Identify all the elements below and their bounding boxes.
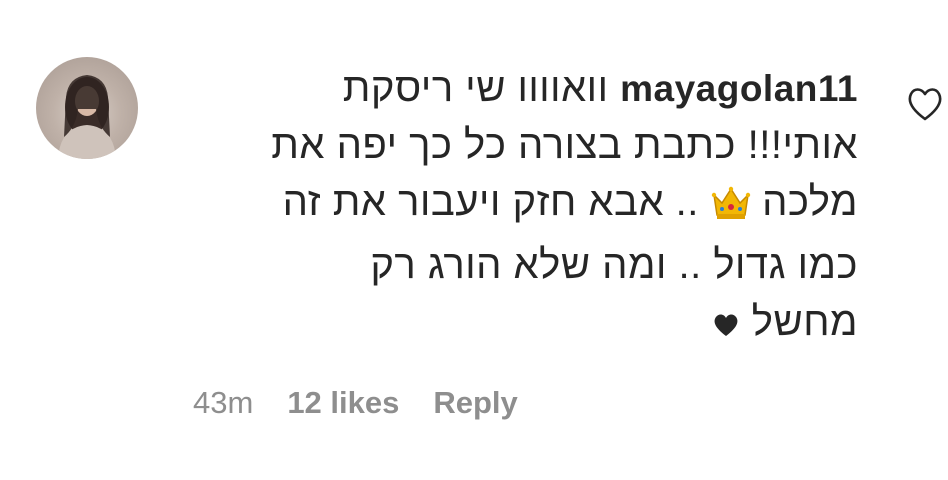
comment-text-fragment: .. אבא חזק ויעבור את זה [282,180,699,224]
comment-line-3: מלכה .. אבא חזק ויעבור את זה [178,174,858,237]
comment-time[interactable]: 43m [193,385,253,421]
comment-text-line: וואוווו שי ריסקת [342,66,609,110]
comment-text-fragment: מחשל [751,300,858,344]
comment-text: mayagolan11 וואוווו שי ריסקת אותי!!! כתב… [178,60,858,354]
comment-username[interactable]: mayagolan11 [620,68,858,109]
crown-icon [711,180,751,237]
comment-line-1: mayagolan11 וואוווו שי ריסקת [178,60,858,117]
comment-meta: 43m 12 likes Reply [193,385,518,421]
comment-line-5: מחשל [178,294,858,354]
reply-button[interactable]: Reply [433,385,517,421]
like-button[interactable] [906,86,944,122]
comment-likes[interactable]: 12 likes [287,385,399,421]
avatar[interactable] [36,57,138,159]
comment-line-4: כמו גדול .. ומה שלא הורג רק [370,243,858,287]
heart-outline-icon [908,88,942,121]
comment-item: mayagolan11 וואוווו שי ריסקת אותי!!! כתב… [0,0,948,480]
comment-text-fragment: מלכה [762,180,858,224]
comment-line-2: אותי!!! כתבת בצורה כל כך יפה את [271,123,858,167]
black-heart-icon [712,297,740,354]
